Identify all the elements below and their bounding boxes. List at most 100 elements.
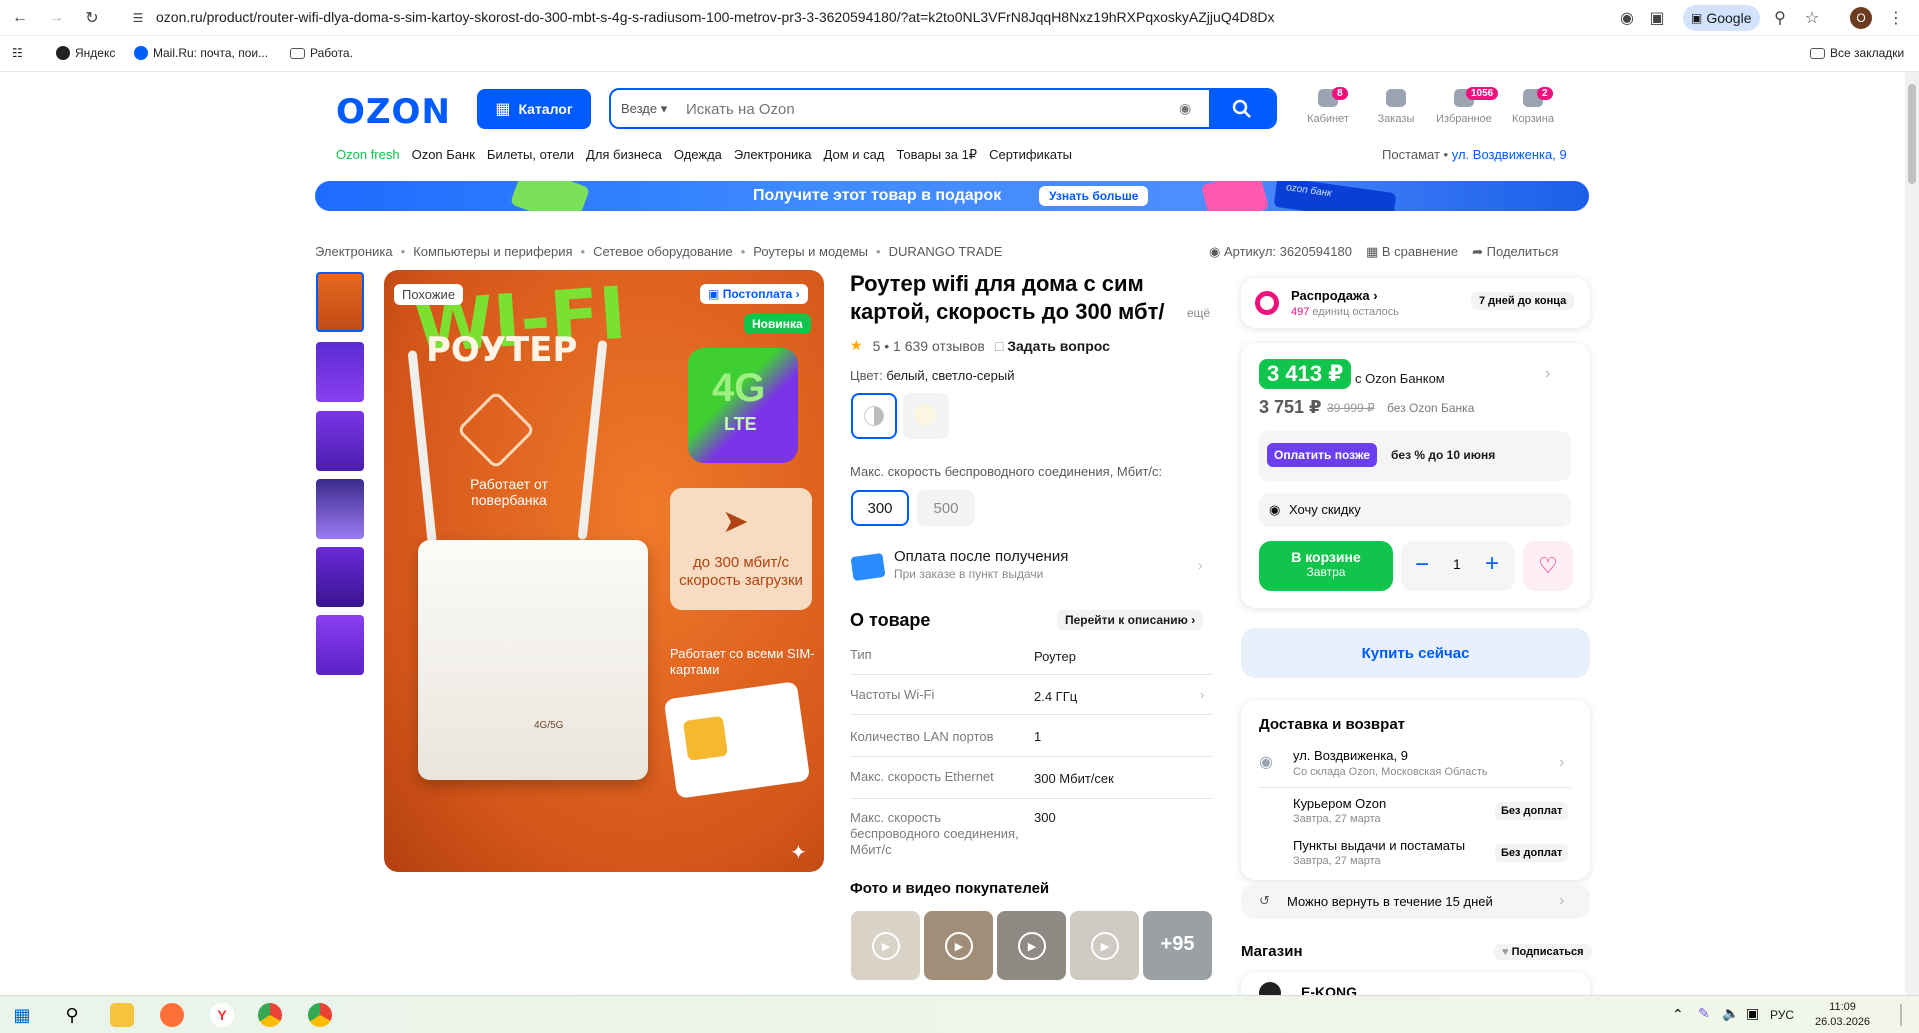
nav-home-garden[interactable]: Дом и сад — [824, 147, 885, 163]
search-input[interactable] — [686, 97, 1086, 121]
reload-icon[interactable]: ↻ — [80, 6, 104, 30]
nav-certificates[interactable]: Сертификаты — [989, 147, 1072, 163]
bookmark-folder-work[interactable]: Работа. — [290, 46, 353, 60]
share-button[interactable]: ➦ Поделиться — [1472, 244, 1558, 260]
header-orders[interactable]: Заказы — [1366, 89, 1426, 125]
windows-start-icon[interactable]: ▦ — [10, 1003, 34, 1027]
bookmark-mailru[interactable]: Mail.Ru: почта, пои... — [134, 46, 268, 60]
search-scope-select[interactable]: Везде ▾ — [621, 101, 667, 117]
chrome-icon[interactable] — [308, 1003, 332, 1027]
rating-value[interactable]: 5 • 1 639 отзывов — [873, 338, 985, 354]
thumbnail-5[interactable] — [316, 547, 364, 607]
address-bar[interactable]: ozon.ru/product/router-wifi-dlya-doma-s-… — [156, 9, 1275, 25]
promo-learn-more-button[interactable]: Узнать больше — [1039, 186, 1149, 206]
apps-icon[interactable]: ☷ — [12, 46, 23, 60]
page-scrollbar[interactable] — [1905, 72, 1919, 995]
show-desktop-button[interactable] — [1900, 1004, 1902, 1026]
pen-icon[interactable]: ✎ — [1698, 1005, 1710, 1022]
delivery-address-row[interactable]: ◉ ул. Воздвиженка, 9 Со склада Ozon, Мос… — [1259, 748, 1571, 788]
ask-question-button[interactable]: □ Задать вопрос — [995, 338, 1110, 354]
compare-button[interactable]: ▦ В сравнение — [1366, 244, 1458, 260]
minus-icon[interactable]: − — [1415, 551, 1429, 579]
back-icon[interactable]: ← — [8, 6, 32, 30]
search-icon[interactable]: ⚲ — [60, 1003, 84, 1027]
subscribe-button[interactable]: ♥ Подписаться — [1494, 944, 1592, 960]
header-cart[interactable]: 2 Корзина — [1503, 87, 1563, 125]
clock[interactable]: 11:09 26.03.2026 — [1815, 1000, 1870, 1030]
customer-video-2[interactable]: ▶ — [924, 911, 993, 980]
nav-one-ruble[interactable]: Товары за 1₽ — [896, 147, 977, 163]
thumbnail-3[interactable] — [316, 411, 364, 471]
google-lens-button[interactable]: ▣ Google — [1683, 5, 1760, 31]
camera-icon[interactable]: ◉ — [1179, 100, 1191, 117]
article-number[interactable]: ◉ Артикул: 3620594180 — [1209, 244, 1352, 260]
nav-tickets[interactable]: Билеты, отели — [487, 147, 574, 163]
yandex-browser-icon[interactable]: Y — [210, 1003, 234, 1027]
bookmark-yandex[interactable]: Яндекс — [56, 46, 115, 60]
profile-avatar[interactable]: O — [1850, 7, 1872, 29]
customer-video-3[interactable]: ▶ — [997, 911, 1066, 980]
nav-ozon-bank[interactable]: Ozon Банк — [412, 147, 475, 163]
menu-icon[interactable]: ⋮ — [1884, 6, 1908, 30]
scrollbar-thumb[interactable] — [1908, 84, 1916, 184]
customer-video-4[interactable]: ▶ — [1070, 911, 1139, 980]
nav-clothes[interactable]: Одежда — [674, 147, 722, 163]
thumbnail-1[interactable] — [316, 272, 364, 332]
breadcrumb-item[interactable]: Сетевое оборудование — [593, 244, 733, 259]
bookmark-star-icon[interactable]: ☆ — [1800, 6, 1824, 30]
pay-after-receipt[interactable]: Оплата после получения При заказе в пунк… — [850, 547, 1210, 587]
go-to-description-button[interactable]: Перейти к описанию › — [1057, 610, 1204, 630]
search-button[interactable] — [1209, 90, 1275, 127]
nav-electronics[interactable]: Электроника — [734, 147, 812, 163]
title-more-link[interactable]: ещё — [1187, 306, 1210, 320]
header-cabinet[interactable]: 8 Кабинет — [1298, 87, 1358, 125]
thumbnail-4[interactable] — [316, 479, 364, 539]
breadcrumb-item[interactable]: Роутеры и модемы — [753, 244, 868, 259]
return-policy-row[interactable]: ↺ Можно вернуть в течение 15 дней › — [1241, 883, 1590, 919]
forward-icon[interactable]: → — [44, 6, 68, 30]
buy-now-button[interactable]: Купить сейчас — [1241, 628, 1590, 678]
install-icon[interactable]: ▣ — [1645, 6, 1669, 30]
network-icon[interactable]: ▣ — [1746, 1005, 1759, 1022]
chrome-icon[interactable] — [258, 1003, 282, 1027]
site-info-icon[interactable]: ☰ — [126, 6, 150, 30]
plus-icon[interactable]: + — [1485, 550, 1499, 578]
header-favorites[interactable]: 1056 Избранное — [1434, 87, 1499, 125]
eye-off-icon[interactable]: ◉ — [1615, 6, 1639, 30]
speed-option-300[interactable]: 300 — [851, 490, 909, 526]
want-discount-button[interactable]: ◉ Хочу скидку — [1259, 493, 1571, 527]
more-photos-button[interactable]: +95 — [1143, 911, 1212, 980]
spec-row[interactable]: Частоты Wi-Fi 2.4 ГГц › — [850, 677, 1212, 715]
breadcrumb-item[interactable]: DURANGO TRADE — [889, 244, 1003, 259]
firefox-icon[interactable] — [160, 1003, 184, 1027]
favorite-heart-icon[interactable]: ♡ — [1523, 541, 1573, 591]
nav-ozon-fresh[interactable]: Ozon fresh — [336, 147, 400, 163]
speed-option-500[interactable]: 500 — [917, 490, 975, 526]
delivery-address-selector[interactable]: Постамат • ул. Воздвиженка, 9 — [1382, 147, 1567, 162]
color-swatch-light-gray[interactable] — [903, 393, 949, 439]
pay-later-block[interactable]: Оплатить позже без % до 10 июня — [1259, 431, 1571, 481]
catalog-button[interactable]: ▦ Каталог — [477, 89, 591, 129]
ozon-logo[interactable]: OZON — [336, 92, 451, 132]
file-explorer-icon[interactable] — [110, 1003, 134, 1027]
nav-business[interactable]: Для бизнеса — [586, 147, 662, 163]
sale-card[interactable]: Распродажа › 497 единиц осталось 7 дней … — [1241, 278, 1590, 328]
all-bookmarks[interactable]: Все закладки — [1810, 46, 1904, 60]
star-icon: ★ — [850, 337, 863, 353]
volume-icon[interactable]: 🔈 — [1722, 1005, 1739, 1022]
customer-video-1[interactable]: ▶ — [851, 911, 920, 980]
color-swatch-white[interactable] — [851, 393, 897, 439]
promo-banner[interactable]: Получите этот товар в подарок Узнать бол… — [315, 181, 1589, 211]
thumbnail-2[interactable] — [316, 342, 364, 402]
pay-later-button[interactable]: Оплатить позже — [1267, 443, 1377, 467]
chevron-right-icon[interactable]: › — [1545, 365, 1550, 383]
breadcrumb-item[interactable]: Компьютеры и периферия — [413, 244, 572, 259]
similar-button[interactable]: Похожие — [394, 284, 464, 305]
language-indicator[interactable]: РУС — [1770, 1008, 1794, 1022]
product-main-image[interactable]: WI-FI РОУТЕР Похожие ▣ Постоплата › Нови… — [384, 270, 824, 872]
breadcrumb-item[interactable]: Электроника — [315, 244, 393, 259]
in-cart-button[interactable]: В корзине Завтра — [1259, 541, 1393, 591]
zoom-icon[interactable]: ⚲ — [1768, 6, 1792, 30]
thumbnail-6[interactable] — [316, 615, 364, 675]
tray-expand-icon[interactable]: ⌃ — [1672, 1006, 1684, 1023]
